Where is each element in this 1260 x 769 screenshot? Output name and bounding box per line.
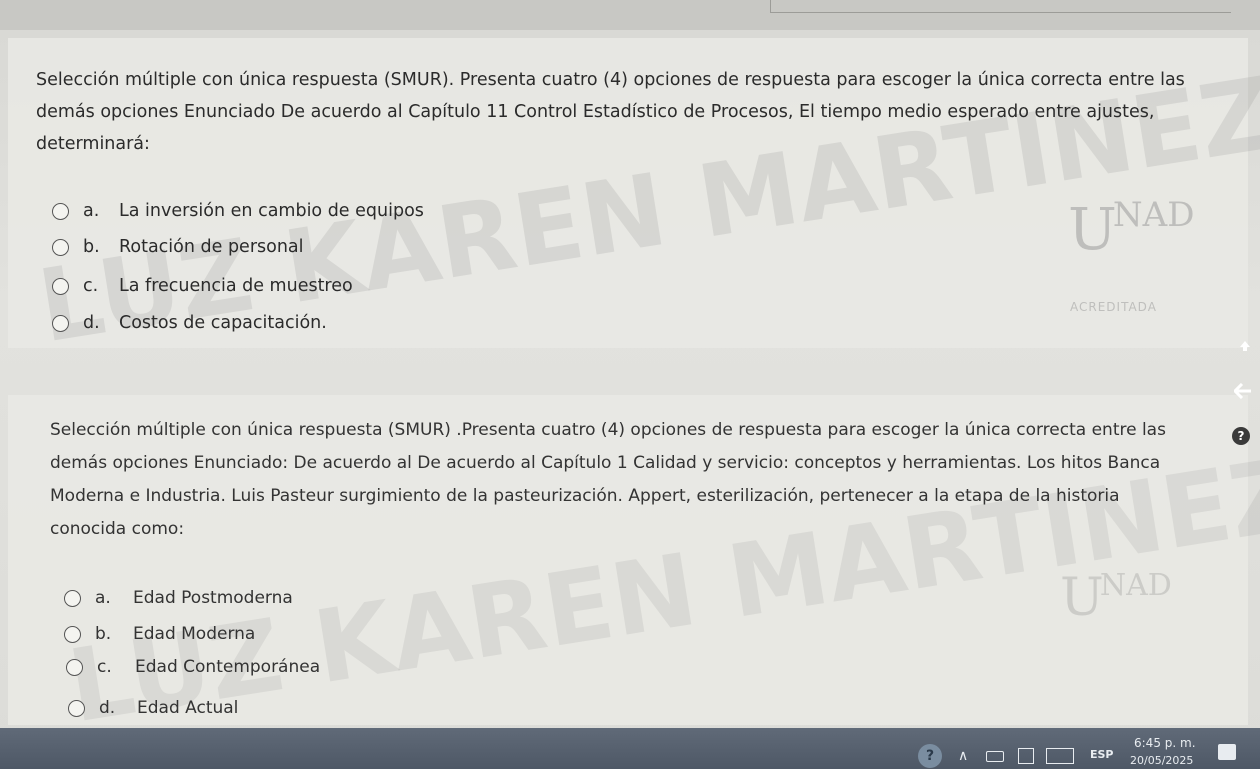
- clock-date[interactable]: 20/05/2025: [1130, 754, 1193, 767]
- radio-button[interactable]: [66, 658, 83, 676]
- option-letter: a.: [95, 588, 111, 608]
- option-letter: c.: [97, 657, 112, 677]
- up-arrow-icon[interactable]: [1234, 335, 1256, 357]
- battery-icon[interactable]: [986, 751, 1004, 762]
- help-icon[interactable]: ?: [1232, 427, 1250, 445]
- radio-button[interactable]: [52, 277, 69, 295]
- option-label: Rotación de personal: [119, 237, 304, 257]
- question-2-text: Selección múltiple con única respuesta (…: [50, 420, 1166, 539]
- top-bar-frame: [770, 0, 1231, 13]
- option-label: Edad Postmoderna: [133, 588, 293, 608]
- notification-icon[interactable]: [1218, 744, 1236, 760]
- chevron-up-icon[interactable]: ∧: [958, 748, 968, 764]
- question-1-option-b[interactable]: b. Rotación de personal: [52, 237, 304, 257]
- radio-button[interactable]: [64, 625, 81, 643]
- question-2-option-a[interactable]: a. Edad Postmoderna: [64, 588, 293, 608]
- option-label: Edad Actual: [137, 698, 239, 718]
- screen: LUZ KAREN MARTINEZ ANAYA LUZ KAREN MARTI…: [0, 0, 1260, 769]
- question-2-option-c[interactable]: c. Edad Contemporánea: [66, 657, 320, 677]
- radio-button[interactable]: [52, 202, 69, 220]
- radio-button[interactable]: [68, 699, 85, 717]
- question-1-option-d[interactable]: d. Costos de capacitación.: [52, 313, 327, 333]
- question-2-option-d[interactable]: d. Edad Actual: [68, 698, 238, 718]
- option-label: La frecuencia de muestreo: [119, 276, 353, 296]
- question-circle-icon[interactable]: ?: [918, 744, 942, 768]
- option-letter: d.: [99, 698, 116, 718]
- question-1-option-c[interactable]: c. La frecuencia de muestreo: [52, 276, 353, 296]
- keyboard-icon[interactable]: [1046, 748, 1074, 764]
- clock-time[interactable]: 6:45 p. m.: [1134, 736, 1196, 750]
- option-label: Costos de capacitación.: [119, 313, 327, 333]
- top-bar: [0, 0, 1260, 30]
- option-letter: d.: [83, 313, 100, 333]
- option-letter: a.: [83, 201, 100, 221]
- question-1-option-a[interactable]: a. La inversión en cambio de equipos: [52, 201, 424, 221]
- question-1-text: Selección múltiple con única respuesta (…: [36, 70, 1185, 154]
- option-letter: c.: [83, 276, 99, 296]
- option-label: Edad Contemporánea: [135, 657, 321, 677]
- back-arrow-icon[interactable]: [1232, 380, 1254, 402]
- network-icon[interactable]: [1018, 748, 1034, 764]
- question-2-option-b[interactable]: b. Edad Moderna: [64, 624, 255, 644]
- option-label: La inversión en cambio de equipos: [119, 201, 424, 221]
- radio-button[interactable]: [52, 314, 69, 332]
- radio-button[interactable]: [64, 589, 81, 607]
- option-letter: b.: [83, 237, 100, 257]
- language-indicator[interactable]: ESP: [1090, 748, 1114, 761]
- option-letter: b.: [95, 624, 112, 644]
- option-label: Edad Moderna: [133, 624, 256, 644]
- radio-button[interactable]: [52, 238, 69, 256]
- accredited-label: ACREDITADA: [1070, 300, 1157, 314]
